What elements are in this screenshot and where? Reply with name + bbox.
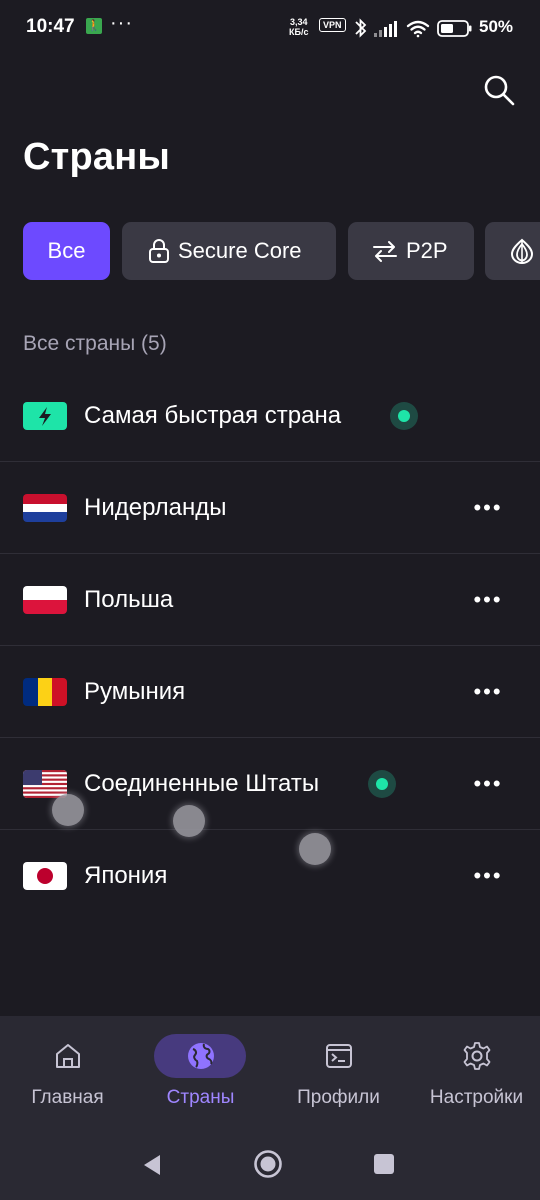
filter-chip-all[interactable]: Все <box>23 222 110 280</box>
search-icon <box>484 75 515 106</box>
activity-icon: 🚶 <box>86 18 102 34</box>
more-options-button[interactable]: ••• <box>466 764 510 804</box>
japan-flag-icon <box>23 862 67 890</box>
wifi-icon <box>406 20 430 38</box>
filter-chips: Все Secure Core P2P <box>23 222 540 280</box>
country-name: Япония <box>84 862 168 889</box>
touch-indicator <box>52 794 84 826</box>
globe-icon <box>187 1043 214 1069</box>
country-name: Польша <box>84 585 174 613</box>
nav-item-profiles[interactable]: Профили <box>271 1016 406 1132</box>
lightning-icon <box>23 401 67 430</box>
nav-item-settings[interactable]: Настройки <box>409 1016 540 1132</box>
poland-flag-icon <box>23 585 67 614</box>
country-name: Нидерланды <box>84 493 227 521</box>
nav-label: Настройки <box>429 1087 524 1108</box>
tor-onion-icon <box>510 238 534 264</box>
country-name: Самая быстрая страна <box>84 401 342 429</box>
bottom-navigation: Главная Страны Профили Настройки <box>0 1016 540 1132</box>
swap-arrows-icon <box>373 241 397 262</box>
usa-flag-icon <box>23 769 67 798</box>
more-options-button[interactable]: ••• <box>466 580 510 620</box>
country-list: Самая быстрая страна Нидерланды ••• Поль… <box>0 370 540 922</box>
more-notifications-icon: ··· <box>110 12 133 34</box>
clock: 10:47 <box>26 16 75 37</box>
filter-chip-label: P2P <box>406 238 448 263</box>
battery-icon <box>437 20 472 37</box>
network-speed: 3,34 КБ/с <box>289 17 309 37</box>
list-item-fastest-country[interactable]: Самая быстрая страна <box>0 370 540 462</box>
battery-percent: 50% <box>479 17 514 36</box>
touch-indicator <box>299 833 331 865</box>
filter-chip-tor[interactable] <box>485 222 540 280</box>
status-bar: 10:47 🚶 ··· 3,34 КБ/с VPN 50% <box>0 0 540 56</box>
list-item-netherlands[interactable]: Нидерланды ••• <box>0 462 540 554</box>
nav-item-home[interactable]: Главная <box>0 1016 135 1132</box>
country-name: Румыния <box>84 677 186 705</box>
gear-icon <box>463 1042 490 1070</box>
filter-chip-p2p[interactable]: P2P <box>348 222 474 280</box>
bluetooth-icon <box>355 18 367 38</box>
vpn-badge: VPN <box>319 18 346 32</box>
touch-indicator <box>173 805 205 837</box>
lock-icon <box>149 239 169 263</box>
nav-label: Главная <box>31 1087 104 1108</box>
connected-indicator <box>368 769 396 798</box>
more-options-button[interactable]: ••• <box>466 856 510 896</box>
recents-icon[interactable] <box>373 1153 395 1175</box>
more-options-button[interactable]: ••• <box>466 488 510 528</box>
search-button[interactable] <box>482 73 516 107</box>
country-name: Соединенные Штаты <box>84 769 320 797</box>
home-circle-icon[interactable] <box>253 1149 283 1179</box>
more-options-button[interactable]: ••• <box>466 672 510 712</box>
system-icons <box>355 18 472 38</box>
signal-icon <box>374 21 397 37</box>
list-item-poland[interactable]: Польша ••• <box>0 554 540 646</box>
home-icon <box>55 1044 80 1068</box>
system-navigation-bar <box>0 1132 540 1200</box>
nav-label: Профили <box>297 1087 380 1108</box>
page-title: Страны <box>23 136 171 178</box>
list-item-japan[interactable]: Япония ••• <box>0 830 540 922</box>
list-item-romania[interactable]: Румыния ••• <box>0 646 540 738</box>
filter-chip-secure-core[interactable]: Secure Core <box>122 222 336 280</box>
netherlands-flag-icon <box>23 493 67 522</box>
romania-flag-icon <box>23 677 67 706</box>
back-icon[interactable] <box>140 1152 164 1178</box>
section-label: Все страны (5) <box>23 332 167 355</box>
nav-item-countries[interactable]: Страны <box>133 1016 268 1132</box>
filter-chip-label: Secure Core <box>178 238 302 263</box>
connected-indicator <box>390 401 418 430</box>
nav-label: Страны <box>166 1087 235 1108</box>
terminal-icon <box>325 1044 352 1068</box>
filter-chip-label: Все <box>47 238 86 263</box>
